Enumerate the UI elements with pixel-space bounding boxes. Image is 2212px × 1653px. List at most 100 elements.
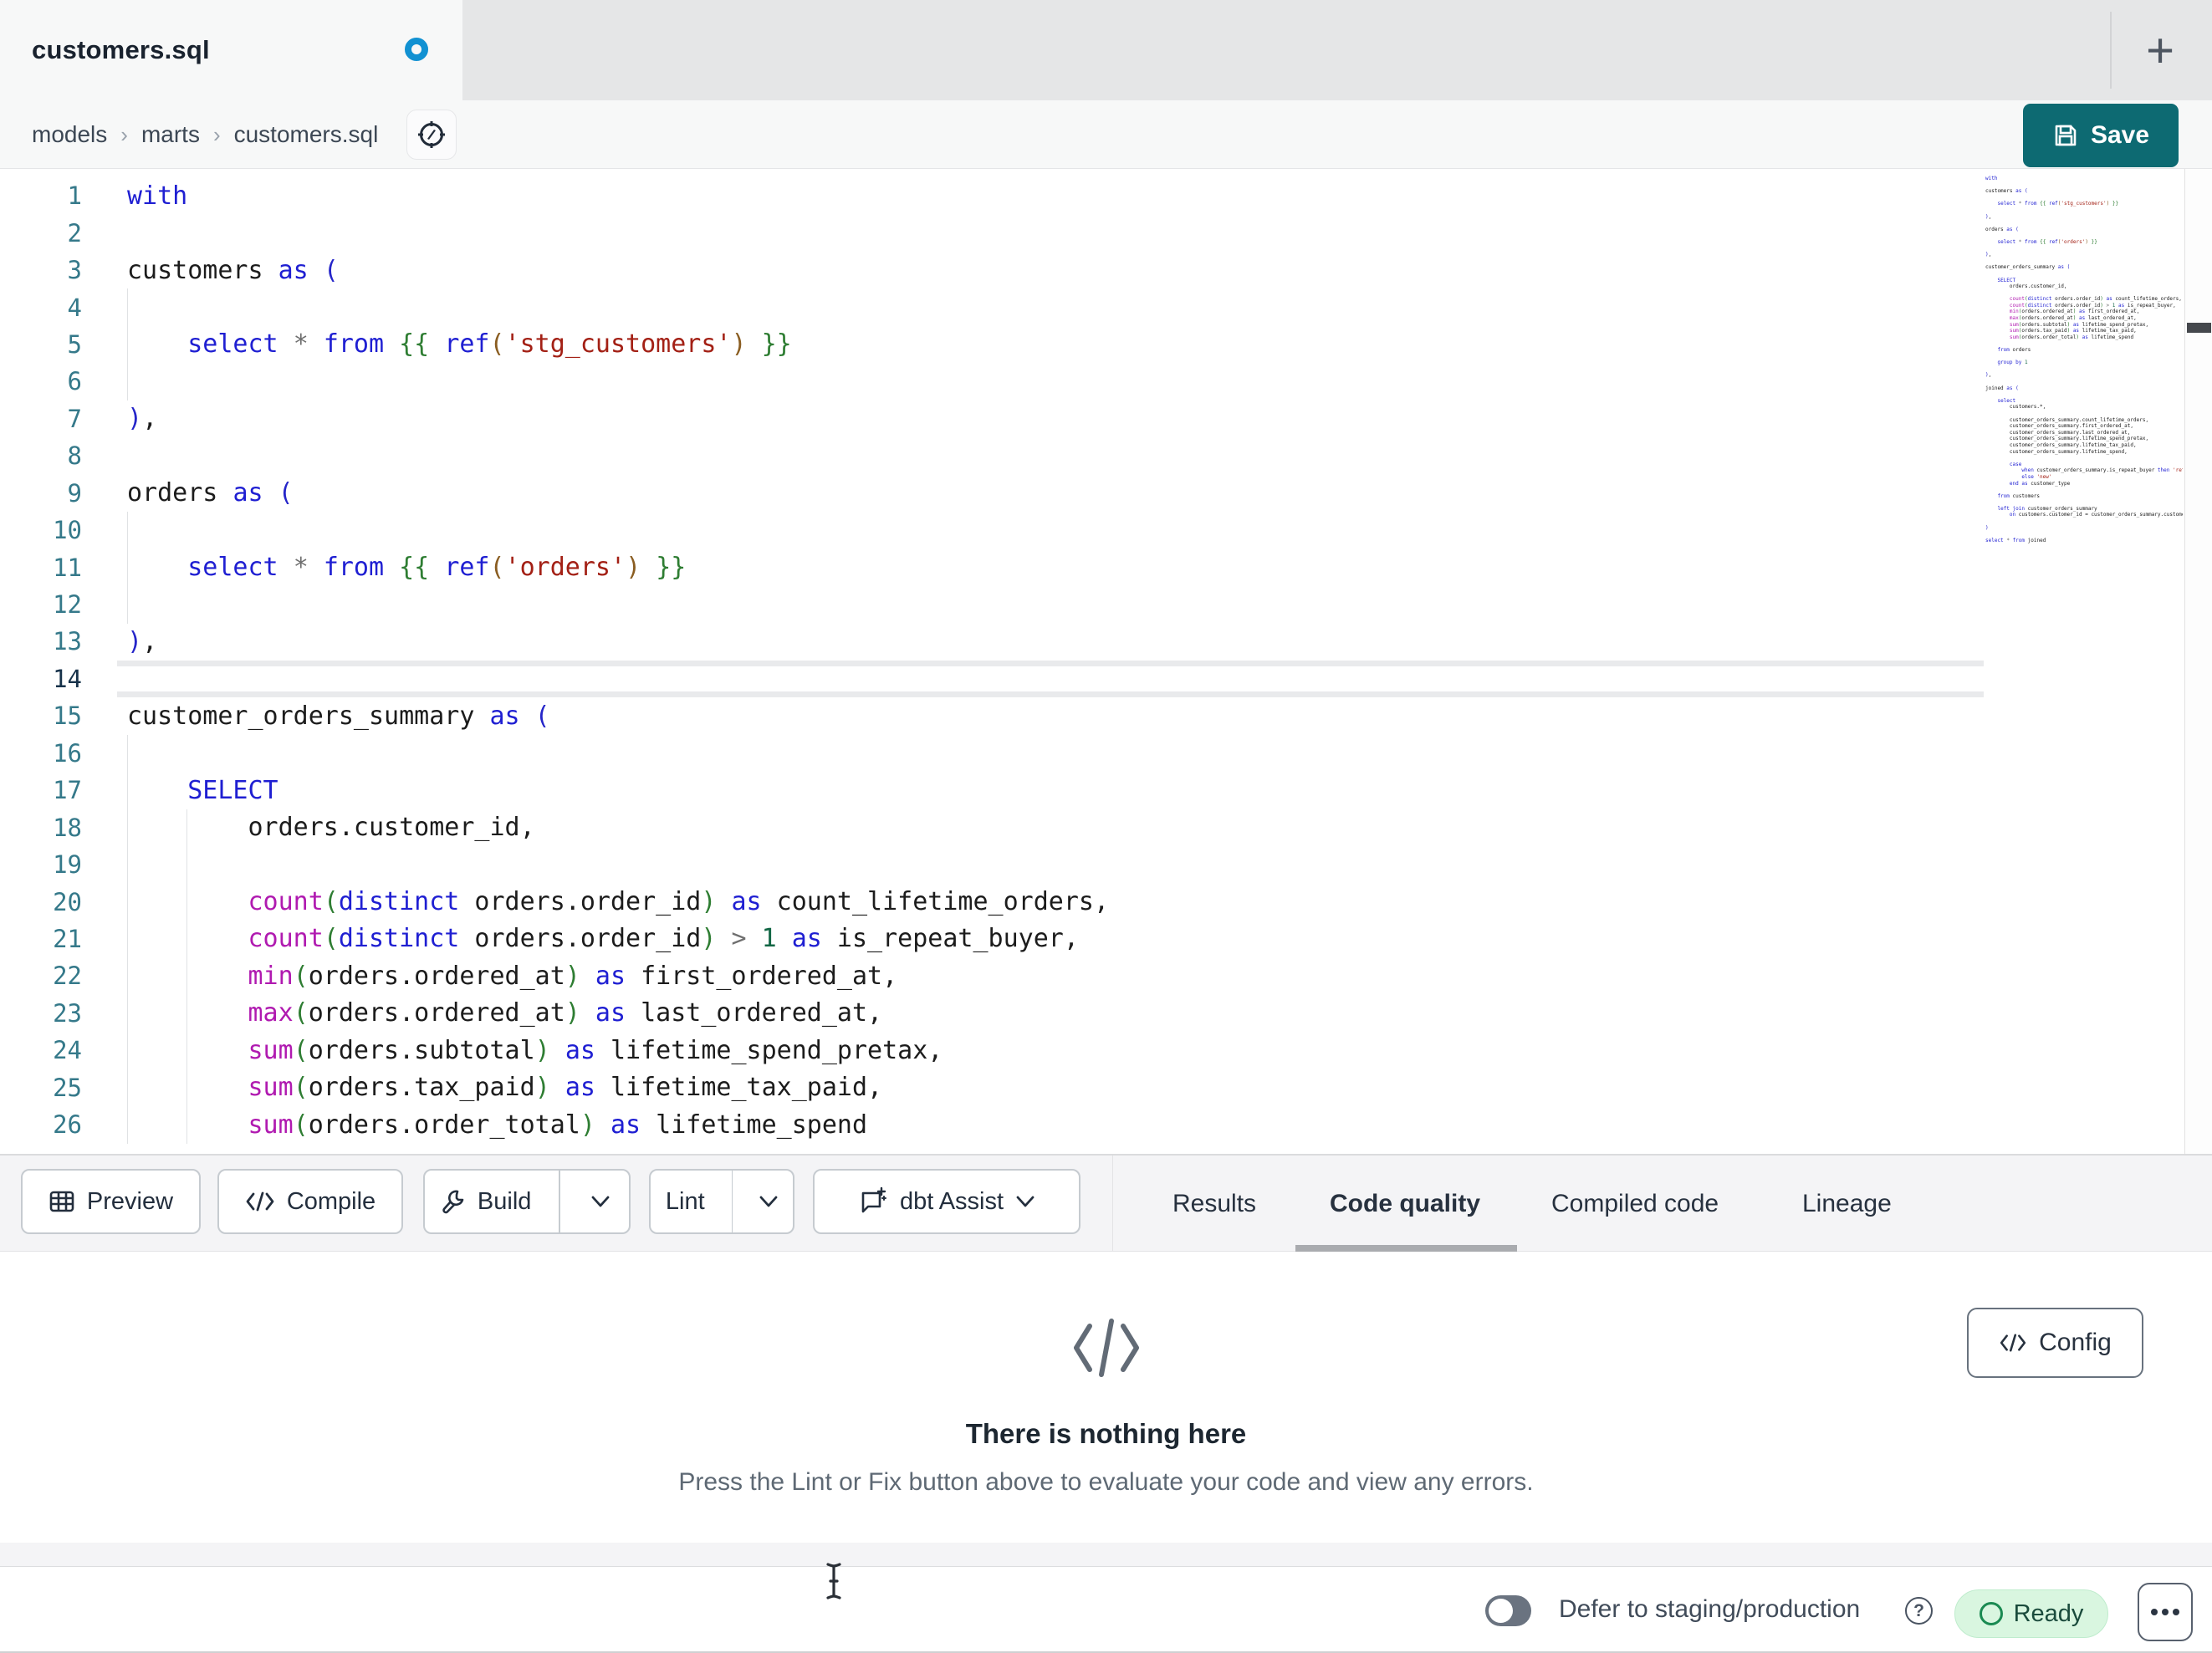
breadcrumb-item-marts[interactable]: marts — [141, 121, 200, 148]
code-line[interactable]: 24 sum(orders.subtotal) as lifetime_spen… — [0, 1032, 2212, 1069]
minimap-line — [1985, 354, 2183, 360]
code-line-text: ), — [127, 626, 158, 656]
code-line[interactable]: 18 orders.customer_id, — [0, 809, 2212, 845]
code-line[interactable]: 9 orders as ( — [0, 475, 2212, 512]
minimap[interactable]: with customers as ( select * from {{ ref(… — [1985, 176, 2183, 560]
code-line-text: sum(orders.tax_paid) as lifetime_tax_pai… — [248, 1073, 883, 1103]
code-line[interactable]: 15 customer_orders_summary as ( — [0, 697, 2212, 734]
code-line[interactable]: 22 min(orders.ordered_at) as first_order… — [0, 957, 2212, 994]
code-line-text: orders.customer_id, — [127, 813, 535, 843]
code-line[interactable]: 7), — [0, 400, 2212, 437]
preview-label: Preview — [86, 1187, 174, 1215]
code-line-text: min(orders.ordered_at) as first_ordered_… — [248, 961, 898, 991]
config-button[interactable]: Config — [1967, 1308, 2143, 1378]
minimap-line: customer_orders_summary as ( — [1985, 264, 2071, 271]
build-dropdown-button[interactable] — [572, 1171, 629, 1232]
code-line[interactable]: 13), — [0, 623, 2212, 660]
minimap-line: SELECT — [1997, 277, 2016, 283]
minimap-line: max(orders.ordered_at) as last_ordered_a… — [2009, 315, 2137, 322]
breadcrumb-separator-icon: › — [212, 121, 221, 147]
tab-compiled-code[interactable]: Compiled code — [1551, 1156, 1719, 1252]
line-number: 21 — [53, 924, 82, 953]
code-line[interactable]: 12 — [0, 586, 2212, 623]
breadcrumb-separator-icon: › — [120, 121, 128, 147]
minimap-line: customer_orders_summary.lifetime_spend_p… — [1985, 436, 2149, 442]
preview-button[interactable]: Preview — [21, 1169, 201, 1234]
lint-button[interactable]: Lint — [651, 1171, 720, 1232]
line-number: 19 — [53, 850, 82, 880]
code-line-text: count(distinct orders.order_id) as count… — [248, 887, 1110, 917]
compile-button[interactable]: Compile — [217, 1169, 403, 1234]
save-button-label: Save — [2090, 121, 2150, 149]
line-number: 26 — [53, 1110, 82, 1140]
code-line[interactable]: 23 max(orders.ordered_at) as last_ordere… — [0, 995, 2212, 1032]
code-line[interactable]: 6 — [0, 363, 2212, 400]
code-line[interactable]: 21 count(distinct orders.order_id) > 1 a… — [0, 921, 2212, 957]
ready-label: Ready — [2013, 1599, 2084, 1627]
help-icon[interactable]: ? — [1905, 1597, 1933, 1625]
code-line-text: orders as ( — [127, 478, 294, 508]
code-line[interactable]: 25 sum(orders.tax_paid) as lifetime_tax_… — [0, 1069, 2212, 1106]
file-tab-customers-sql[interactable]: customers.sql — [0, 0, 462, 100]
minimap-line — [1985, 207, 2183, 214]
more-options-button[interactable] — [2138, 1583, 2193, 1641]
lint-label: Lint — [665, 1187, 705, 1215]
minimap-line — [1985, 232, 2183, 239]
breadcrumb-row: models › marts › customers.sql Save — [0, 100, 2212, 169]
dbt-assist-button[interactable]: dbt Assist — [813, 1169, 1080, 1234]
breadcrumb-item-models[interactable]: models — [32, 121, 107, 148]
file-tab-title: customers.sql — [32, 35, 210, 64]
defer-label: Defer to staging/production — [1559, 1595, 1861, 1623]
compile-label: Compile — [286, 1187, 376, 1215]
line-number: 7 — [67, 404, 82, 433]
code-line[interactable]: 4 — [0, 288, 2212, 325]
tab-results[interactable]: Results — [1172, 1156, 1256, 1252]
status-badge-ready[interactable]: Ready — [1954, 1589, 2108, 1638]
line-number: 2 — [67, 218, 82, 247]
line-number: 22 — [53, 962, 82, 991]
code-line[interactable]: 8 — [0, 437, 2212, 474]
tab-bar: customers.sql + — [0, 0, 2212, 100]
lint-dropdown-button[interactable] — [744, 1171, 793, 1232]
code-line[interactable]: 14 — [0, 660, 2212, 698]
scrollbar-thumb[interactable] — [2187, 323, 2211, 333]
minimap-line — [1985, 366, 2183, 373]
code-line[interactable]: 11 select * from {{ ref('orders') }} — [0, 548, 2212, 585]
code-line[interactable]: 10 — [0, 512, 2212, 548]
code-line[interactable]: 1 with — [0, 177, 2212, 214]
build-button[interactable]: Build — [425, 1171, 547, 1232]
code-line[interactable]: 16 — [0, 735, 2212, 772]
minimap-line: sum(orders.tax_paid) as lifetime_tax_pai… — [2009, 328, 2137, 334]
minimap-line — [1985, 518, 2183, 525]
code-line[interactable]: 26 sum(orders.order_total) as lifetime_s… — [0, 1106, 2212, 1143]
line-number: 8 — [67, 441, 82, 471]
action-strip: Preview Compile Build Lint dbt Assist Re… — [0, 1156, 2212, 1252]
minimap-line — [1985, 290, 2183, 297]
empty-state-title: There is nothing here — [965, 1418, 1247, 1449]
docs-compass-button[interactable] — [406, 110, 457, 160]
code-editor[interactable]: 1 with 2 3 customers as (4 5 select * from {{… — [0, 169, 2212, 1155]
breadcrumb: models › marts › customers.sql — [32, 100, 378, 169]
new-tab-button[interactable]: + — [2125, 15, 2195, 85]
code-line[interactable]: 2 — [0, 214, 2212, 251]
chevron-down-icon — [1016, 1196, 1034, 1207]
ready-circle-icon — [1979, 1602, 2003, 1625]
code-line[interactable]: 3 customers as ( — [0, 252, 2212, 288]
save-button[interactable]: Save — [2023, 104, 2179, 167]
tab-code-quality[interactable]: Code quality — [1330, 1156, 1480, 1252]
minimap-line — [1985, 411, 2183, 417]
editor-scrollbar[interactable] — [2184, 169, 2212, 1155]
minimap-line: on customers.customer_id = customer_orde… — [2009, 512, 2183, 518]
minimap-line: select — [1997, 397, 2016, 404]
line-number: 20 — [53, 887, 82, 916]
breadcrumb-item-file[interactable]: customers.sql — [234, 121, 379, 148]
code-line[interactable]: 20 count(distinct orders.order_id) as co… — [0, 883, 2212, 920]
defer-toggle[interactable] — [1485, 1595, 1531, 1626]
minimap-line: customers.*, — [1985, 404, 2046, 411]
tab-lineage[interactable]: Lineage — [1802, 1156, 1892, 1252]
minimap-line: ) — [1985, 524, 1989, 531]
code-line[interactable]: 5 select * from {{ ref('stg_customers') … — [0, 326, 2212, 363]
code-line[interactable]: 17 SELECT — [0, 772, 2212, 809]
code-line[interactable]: 19 — [0, 846, 2212, 883]
minimap-line: select * from {{ ref('orders') }} — [1997, 238, 2097, 245]
